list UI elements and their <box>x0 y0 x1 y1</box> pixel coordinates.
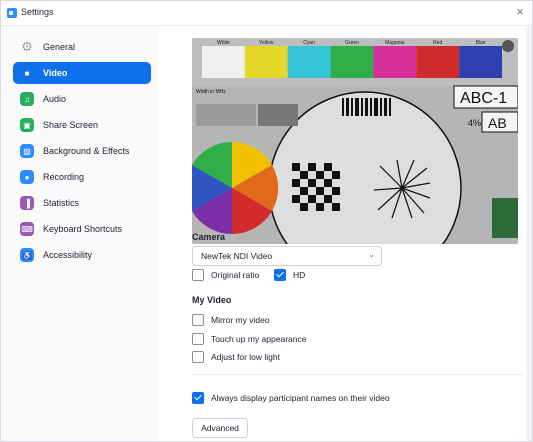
headphones-icon: ♫ <box>20 92 34 106</box>
checker-square <box>308 179 316 187</box>
checker-square <box>308 195 316 203</box>
background-icon: ▨ <box>20 144 34 158</box>
sidebar-item-audio[interactable]: ♫ Audio <box>13 88 151 110</box>
touch-up-checkbox[interactable] <box>192 333 204 345</box>
checker-square <box>300 171 308 179</box>
low-light-label: Adjust for low light <box>211 352 280 362</box>
video-camera-icon: ■ <box>24 68 30 78</box>
original-ratio-checkbox[interactable] <box>192 269 204 281</box>
color-bar <box>287 46 331 78</box>
touch-up-label: Touch up my appearance <box>211 334 307 344</box>
percent-label: 4% <box>468 118 481 128</box>
color-bar-label: Cyan <box>303 40 315 46</box>
checker-square <box>292 163 300 171</box>
sidebar-nav: ⚙ General ■ Video ♫ Audio ▣ Share Screen ▨ Backgr… <box>1 26 159 266</box>
sidebar-item-label: Background & Effects <box>43 146 130 156</box>
color-bar-label: White <box>217 40 230 46</box>
sidebar-item-label: Recording <box>43 172 85 182</box>
checker-square <box>324 179 332 187</box>
sidebar-item-label: Accessibility <box>43 250 93 260</box>
color-bar-label: Magenta <box>385 40 405 46</box>
color-bar <box>202 46 245 78</box>
color-bar <box>244 46 288 78</box>
always-display-checkbox[interactable] <box>192 392 204 404</box>
advanced-button[interactable]: Advanced <box>192 418 248 438</box>
checker-square <box>332 203 340 211</box>
sidebar-item-label: Audio <box>43 94 67 104</box>
checker-square <box>300 203 308 211</box>
my-video-section-title: My Video <box>192 295 232 305</box>
sidebar-item-statistics[interactable]: ▐ Statistics <box>13 192 151 214</box>
mirror-checkbox[interactable] <box>192 314 204 326</box>
hd-checkbox[interactable] <box>274 269 286 281</box>
touch-up-option[interactable]: Touch up my appearance <box>192 333 306 345</box>
color-bar <box>330 46 374 78</box>
mirror-option[interactable]: Mirror my video <box>192 314 270 326</box>
sidebar-item-label: Share Screen <box>43 120 99 130</box>
original-ratio-label: Original ratio <box>211 270 260 280</box>
checker-square <box>292 195 300 203</box>
checker-square <box>316 203 324 211</box>
sidebar-item-recording[interactable]: ● Recording <box>13 166 151 188</box>
abc-label-2: AB <box>488 115 507 131</box>
color-bar-label: Red <box>433 40 442 46</box>
sidebar-item-accessibility[interactable]: ♿ Accessibility <box>13 244 151 266</box>
sidebar-item-keyboard-shortcuts[interactable]: ⌨ Keyboard Shortcuts <box>13 218 151 240</box>
sidebar-item-label: General <box>43 42 76 52</box>
camera-select[interactable]: NewTek NDI Video ⌄ <box>192 246 382 266</box>
sidebar-item-label: Keyboard Shortcuts <box>43 224 123 234</box>
checker-square <box>332 171 340 179</box>
hd-option[interactable]: HD <box>274 269 305 281</box>
checker-square <box>316 171 324 179</box>
checker-square <box>316 187 324 195</box>
low-light-checkbox[interactable] <box>192 351 204 363</box>
sidebar: ⚙ General ■ Video ♫ Audio ▣ Share Screen ▨ Backgr… <box>1 26 159 441</box>
gear-icon: ⚙ <box>21 39 33 54</box>
color-bar-label: Blue <box>476 40 486 46</box>
sidebar-item-general[interactable]: ⚙ General <box>13 36 151 58</box>
camera-preview: White Yellow Cyan Green Magenta Red Blue <box>192 38 518 244</box>
camera-select-value: NewTek NDI Video <box>201 251 273 261</box>
chevron-down-icon: ⌄ <box>368 250 375 259</box>
title-bar: Settings × <box>1 1 532 26</box>
color-bar <box>416 46 460 78</box>
checker-square <box>300 187 308 195</box>
color-bar <box>459 46 502 78</box>
always-display-label: Always display participant names on thei… <box>211 393 390 403</box>
close-icon[interactable]: × <box>512 4 528 20</box>
sidebar-item-label: Statistics <box>43 198 80 208</box>
sidebar-item-background-effects[interactable]: ▨ Background & Effects <box>13 140 151 162</box>
checker-square <box>292 179 300 187</box>
camera-section-title: Camera <box>192 232 226 242</box>
sidebar-item-label: Video <box>43 68 68 78</box>
zoom-app-icon <box>7 8 17 18</box>
section-divider <box>192 374 524 375</box>
record-icon: ● <box>20 170 34 184</box>
checker-square <box>324 163 332 171</box>
checker-square <box>308 163 316 171</box>
original-ratio-option[interactable]: Original ratio <box>192 269 259 281</box>
color-bar <box>373 46 417 78</box>
share-screen-icon: ▣ <box>20 118 34 132</box>
keyboard-icon: ⌨ <box>20 222 34 236</box>
low-light-option[interactable]: Adjust for low light <box>192 351 280 363</box>
abc-label: ABC-1 <box>460 90 507 107</box>
test-pattern-image: White Yellow Cyan Green Magenta Red Blue <box>192 38 518 244</box>
settings-window: Settings × ⚙ General ■ Video ♫ Audio ▣ Share Sc… <box>0 0 533 442</box>
sidebar-item-share-screen[interactable]: ▣ Share Screen <box>13 114 151 136</box>
accessibility-icon: ♿ <box>20 248 34 262</box>
checker-square <box>324 195 332 203</box>
color-bar-label: Green <box>345 40 359 46</box>
color-bar-label: Yellow <box>259 40 274 46</box>
hd-label: HD <box>293 270 306 280</box>
width-label: Width in MHz <box>196 89 226 95</box>
statistics-icon: ▐ <box>20 196 34 210</box>
checker-square <box>332 187 340 195</box>
content-scrollbar[interactable] <box>526 26 532 441</box>
video-settings-panel: White Yellow Cyan Green Magenta Red Blue <box>159 26 532 441</box>
mirror-label: Mirror my video <box>211 315 270 325</box>
always-display-option[interactable]: Always display participant names on thei… <box>192 392 390 404</box>
window-title: Settings <box>21 7 54 17</box>
sidebar-item-video[interactable]: ■ Video <box>13 62 151 84</box>
